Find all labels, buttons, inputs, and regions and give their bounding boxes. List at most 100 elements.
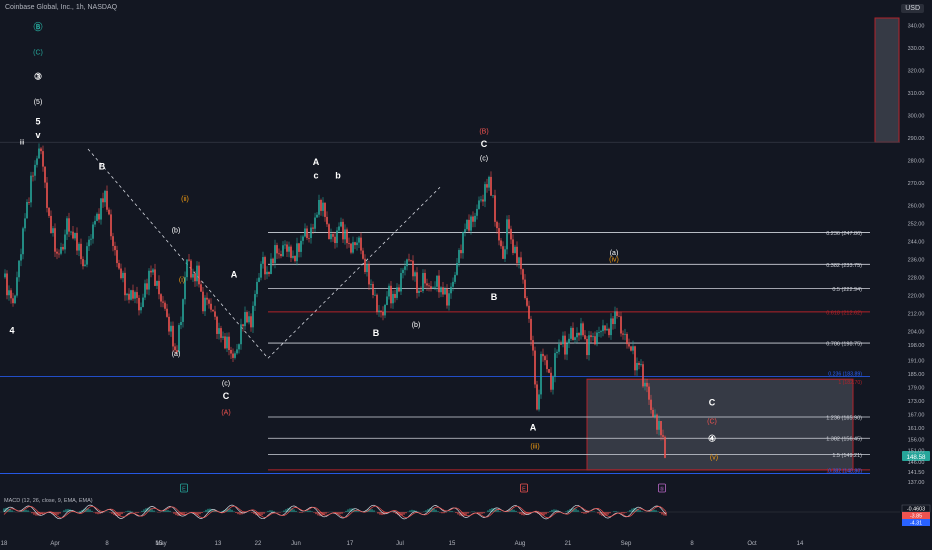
- candle-body: [128, 293, 130, 300]
- candle-body: [354, 242, 356, 246]
- macd-histogram-bar: [233, 511, 235, 512]
- macd-histogram-bar: [175, 512, 177, 516]
- candle-body: [590, 335, 592, 338]
- macd-histogram-bar: [655, 510, 657, 512]
- macd-histogram-bar: [339, 512, 341, 515]
- candle-body: [108, 209, 110, 215]
- candle-body: [432, 287, 434, 289]
- candle-body: [554, 353, 556, 377]
- macd-histogram-bar: [153, 510, 155, 512]
- candle-body: [196, 265, 198, 282]
- macd-histogram-bar: [435, 509, 437, 512]
- candle-body: [64, 234, 66, 250]
- candle-body: [574, 337, 576, 340]
- candle-body: [362, 250, 364, 259]
- candle-body: [28, 202, 30, 203]
- wave-label: ③: [34, 71, 42, 81]
- candle-body: [644, 382, 646, 387]
- macd-histogram-bar: [515, 510, 517, 512]
- candle-body: [360, 237, 362, 251]
- candle-body: [116, 250, 118, 264]
- candle-body: [526, 297, 528, 306]
- macd-histogram-bar: [141, 510, 143, 512]
- candle-body: [80, 243, 82, 260]
- time-axis-tick: 14: [797, 541, 804, 547]
- price-axis-tick: 173.00: [908, 399, 925, 405]
- candle-body: [312, 227, 314, 229]
- candle-body: [548, 369, 550, 373]
- candle-body: [308, 238, 310, 239]
- candle-body: [342, 221, 344, 240]
- candle-body: [252, 305, 254, 328]
- candle-body: [302, 236, 304, 241]
- candle-body: [588, 335, 590, 356]
- candle-body: [124, 272, 126, 296]
- candle-body: [36, 158, 38, 165]
- candle-body: [542, 353, 544, 357]
- candle-body: [584, 335, 586, 339]
- candle-body: [428, 285, 430, 287]
- candle-body: [378, 310, 380, 313]
- macd-histogram-bar: [305, 511, 307, 512]
- wave-label: (b): [172, 227, 181, 234]
- macd-histogram-bar: [267, 510, 269, 512]
- macd-histogram-bar: [65, 509, 67, 512]
- macd-histogram-bar: [203, 511, 205, 512]
- candle-body: [244, 312, 246, 327]
- candle-body: [650, 399, 652, 410]
- candle-body: [52, 228, 54, 233]
- candle-body: [112, 236, 114, 246]
- macd-histogram-bar: [63, 510, 65, 512]
- macd-histogram-bar: [443, 512, 445, 514]
- candle-body: [192, 273, 194, 278]
- time-axis-tick: Oct: [747, 541, 757, 547]
- candle-body: [208, 299, 210, 304]
- candle-body: [458, 250, 460, 263]
- macd-histogram-bar: [593, 511, 595, 512]
- price-axis-tick: 310.00: [908, 91, 925, 97]
- candle-body: [618, 315, 620, 317]
- macd-histogram-bar: [79, 511, 81, 512]
- candle-body: [142, 297, 144, 308]
- candle-body: [640, 364, 642, 366]
- time-axis-tick: Jun: [291, 541, 301, 547]
- candle-body: [100, 198, 102, 220]
- wave-label: ④: [708, 434, 716, 444]
- price-chart[interactable]: 0.236 (247.86) 0.382 (233.75) 0.5 (222.94)…: [0, 0, 932, 550]
- candle-body: [136, 292, 138, 298]
- macd-histogram-bar: [229, 508, 231, 512]
- macd-histogram-bar: [653, 509, 655, 512]
- wave-label: c: [313, 170, 318, 180]
- macd-histogram-bar: [43, 512, 45, 513]
- macd-histogram-bar: [309, 510, 311, 512]
- candle-body: [330, 234, 332, 240]
- candle-body: [264, 257, 266, 275]
- candle-body: [614, 311, 616, 325]
- candle-body: [50, 215, 52, 233]
- candle-body: [94, 220, 96, 225]
- candle-body: [256, 281, 258, 295]
- macd-histogram-bar: [577, 510, 579, 512]
- candle-body: [478, 200, 480, 209]
- candle-body: [408, 259, 410, 261]
- candle-body: [148, 270, 150, 290]
- candle-body: [602, 325, 604, 332]
- candle-body: [424, 272, 426, 284]
- macd-histogram-bar: [279, 512, 281, 513]
- macd-histogram-bar: [97, 512, 99, 515]
- macd-histogram-bar: [481, 512, 483, 514]
- wave-label: (C): [33, 50, 43, 57]
- macd-histogram-bar: [581, 512, 583, 514]
- fib-level-label: 0.618 (212.62): [826, 310, 862, 316]
- candle-body: [104, 190, 106, 203]
- macd-histogram-bar: [445, 512, 447, 513]
- candle-body: [558, 344, 560, 352]
- candle-body: [486, 184, 488, 188]
- candle-body: [332, 234, 334, 237]
- candle-body: [596, 332, 598, 345]
- macd-histogram-bar: [497, 510, 499, 512]
- wave-label: (iii): [530, 443, 539, 450]
- candle-body: [592, 336, 594, 338]
- candle-body: [72, 231, 74, 239]
- candle-body: [388, 285, 390, 297]
